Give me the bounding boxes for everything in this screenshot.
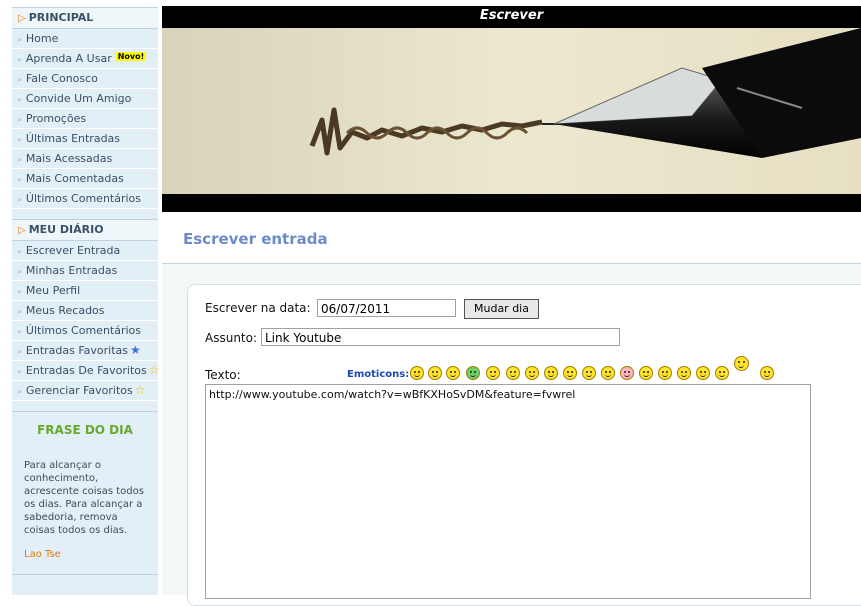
sidebar-item-gerenciar-favoritos[interactable]: » Gerenciar Favoritos ☆: [12, 381, 158, 401]
sidebar-item-promocoes[interactable]: » Promoções: [12, 109, 158, 129]
sick-emoticon-icon[interactable]: [639, 366, 653, 380]
sidebar-item-entradas-favoritas[interactable]: » Entradas Favoritas ★: [12, 341, 158, 361]
diario-title: MEU DIÁRIO: [28, 223, 104, 236]
bullet-icon: »: [17, 307, 22, 316]
sidebar-item-fale-conosco[interactable]: » Fale Conosco: [12, 69, 158, 89]
teeth-emoticon-icon[interactable]: [466, 366, 480, 380]
sidebar-item-minhas-entradas[interactable]: » Minhas Entradas: [12, 261, 158, 281]
sidebar-item-label: Fale Conosco: [25, 72, 98, 85]
yellow-star-icon: ☆: [134, 383, 146, 397]
sidebar-item-label: Entradas Favoritas: [25, 344, 129, 357]
new-badge: Novo!: [115, 52, 147, 61]
smile-emoticon-icon[interactable]: [410, 366, 424, 380]
yellow-star-icon: ☆: [148, 363, 160, 377]
bullet-icon: »: [17, 75, 22, 84]
sidebar-item-meu-perfil[interactable]: » Meu Perfil: [12, 281, 158, 301]
sidebar-item-convide[interactable]: » Convide Um Amigo: [12, 89, 158, 109]
frase-author: Lao Tse: [24, 549, 61, 560]
bullet-icon: »: [17, 175, 22, 184]
bullet-icon: »: [17, 287, 22, 296]
sidebar-item-label: Escrever Entrada: [25, 244, 121, 257]
sidebar-item-label: Entradas De Favoritos: [25, 364, 147, 377]
bullet-icon: »: [17, 115, 22, 124]
sidebar-item-label: Mais Comentadas: [25, 172, 124, 185]
principal-header: ▷ PRINCIPAL: [12, 7, 158, 29]
text-label: Texto:: [205, 368, 241, 382]
header-banner: Escrever: [162, 6, 861, 212]
cool-emoticon-icon[interactable]: [544, 366, 558, 380]
emoticons-label: Emoticons:: [347, 369, 410, 380]
date-label: Escrever na data:: [205, 301, 311, 315]
bullet-icon: »: [17, 135, 22, 144]
bullet-icon: »: [17, 327, 22, 336]
grin-emoticon-icon[interactable]: [428, 366, 442, 380]
sidebar-item-label: Gerenciar Favoritos: [25, 384, 133, 397]
sidebar-item-aprenda[interactable]: » Aprenda A Usar Novo!: [12, 49, 158, 69]
sidebar-item-ultimos-comentarios[interactable]: » Últimos Comentários: [12, 189, 158, 209]
sidebar-item-label: Meu Perfil: [25, 284, 81, 297]
bullet-icon: »: [17, 95, 22, 104]
sidebar-item-home[interactable]: » Home: [12, 29, 158, 49]
bullet-icon: »: [17, 247, 22, 256]
sidebar-item-mais-acessadas[interactable]: » Mais Acessadas: [12, 149, 158, 169]
sidebar-item-label: Últimos Comentários: [25, 324, 142, 337]
subject-input[interactable]: Link Youtube: [261, 328, 620, 346]
sidebar: ▷ PRINCIPAL » Home » Aprenda A Usar Novo! » F…: [12, 7, 160, 595]
triangle-icon: ▷: [18, 13, 26, 24]
bullet-icon: »: [17, 35, 22, 44]
bullet-icon: »: [17, 347, 22, 356]
surprised-emoticon-icon[interactable]: [486, 366, 500, 380]
sidebar-item-label: Home: [25, 32, 59, 45]
blush-emoticon-icon[interactable]: [620, 366, 634, 380]
subject-label: Assunto:: [205, 331, 258, 345]
sad-emoticon-icon[interactable]: [446, 366, 460, 380]
principal-title: PRINCIPAL: [28, 11, 94, 24]
smirk-emoticon-icon[interactable]: [696, 366, 710, 380]
sidebar-item-entradas-de-favoritos[interactable]: » Entradas De Favoritos ☆: [12, 361, 160, 381]
bullet-icon: »: [17, 267, 22, 276]
wink-emoticon-icon[interactable]: [582, 366, 596, 380]
frase-do-dia-box: FRASE DO DIA Para alcançar o conheciment…: [12, 411, 158, 575]
sidebar-item-label: Últimos Comentários: [25, 192, 142, 205]
sidebar-item-meus-recados[interactable]: » Meus Recados: [12, 301, 158, 321]
rolleyes-emoticon-icon[interactable]: [677, 366, 691, 380]
sidebar-item-label: Últimas Entradas: [25, 132, 121, 145]
bullet-icon: »: [17, 195, 22, 204]
sidebar-item-ultimos-comentarios-diario[interactable]: » Últimos Comentários: [12, 321, 158, 341]
thumbs-up-emoticon-icon[interactable]: [760, 366, 774, 380]
bullet-icon: »: [17, 155, 22, 164]
bullet-icon: »: [17, 367, 22, 376]
page-title: Escrever entrada: [183, 230, 328, 248]
bullet-icon: »: [17, 55, 22, 64]
triangle-icon: ▷: [18, 225, 26, 236]
sidebar-item-label: Minhas Entradas: [25, 264, 118, 277]
laugh-emoticon-icon[interactable]: [563, 366, 577, 380]
text-area[interactable]: http://www.youtube.com/watch?v=wBfKXHoSv…: [205, 384, 811, 599]
sidebar-item-mais-comentadas[interactable]: » Mais Comentadas: [12, 169, 158, 189]
sidebar-item-label: Promoções: [25, 112, 87, 125]
frase-text: Para alcançar o conhecimento, acrescente…: [24, 460, 144, 536]
devil-emoticon-icon[interactable]: [658, 366, 672, 380]
sidebar-item-label: Meus Recados: [25, 304, 105, 317]
frase-title: FRASE DO DIA: [37, 423, 133, 437]
question-emoticon-icon[interactable]: [525, 366, 539, 380]
sidebar-item-escrever-entrada[interactable]: » Escrever Entrada: [12, 241, 158, 261]
tongue-emoticon-icon[interactable]: [601, 366, 615, 380]
blue-star-icon: ★: [130, 343, 141, 357]
sidebar-item-label: Mais Acessadas: [25, 152, 113, 165]
diario-header: ▷ MEU DIÁRIO: [12, 219, 158, 241]
change-day-button[interactable]: Mudar dia: [464, 299, 539, 319]
neutral-emoticon-icon[interactable]: [715, 366, 729, 380]
sidebar-item-label: Aprenda A Usar: [25, 52, 112, 65]
thinking-emoticon-icon[interactable]: [734, 356, 749, 371]
sidebar-item-ultimas-entradas[interactable]: » Últimas Entradas: [12, 129, 158, 149]
sidebar-item-label: Convide Um Amigo: [25, 92, 132, 105]
date-input[interactable]: 06/07/2011: [317, 299, 456, 317]
bullet-icon: »: [17, 387, 22, 396]
confused-emoticon-icon[interactable]: [506, 366, 520, 380]
fountain-pen-writing-image: [162, 28, 861, 194]
banner-title: Escrever: [479, 8, 544, 23]
